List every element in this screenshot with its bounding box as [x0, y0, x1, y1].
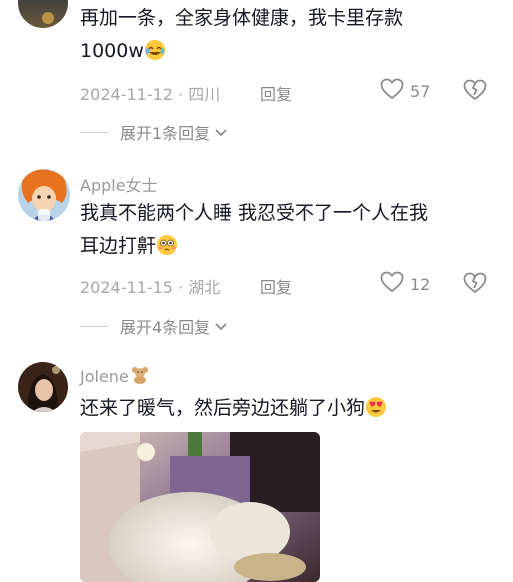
heart-eyes-emoji: [365, 396, 387, 429]
chevron-down-icon: [214, 123, 228, 142]
chevron-down-icon: [214, 317, 228, 336]
expand-label: 展开4条回复: [120, 318, 211, 337]
photo-of-dog-in-bed[interactable]: [80, 432, 320, 582]
reply-button[interactable]: 回复: [260, 81, 292, 105]
comment-text: 再加一条，全家身体健康，我卡里存款 1000w: [80, 2, 490, 72]
avatar[interactable]: [18, 362, 68, 412]
comment-text: 还来了暖气，然后旁边还躺了小狗: [80, 392, 490, 429]
dislike-button[interactable]: [462, 270, 488, 300]
laughing-tears-emoji: [144, 39, 166, 72]
like-button[interactable]: 57: [380, 77, 430, 105]
like-count: 57: [410, 81, 431, 101]
teddy-bear-emoji: [131, 366, 149, 388]
reply-button[interactable]: 回复: [260, 274, 292, 298]
expand-replies-button[interactable]: 展开4条回复: [80, 315, 228, 337]
like-count: 12: [410, 274, 431, 294]
divider: [80, 131, 108, 133]
heart-outline-icon: [380, 78, 404, 104]
dislike-button[interactable]: [462, 77, 488, 107]
like-button[interactable]: 12: [380, 270, 430, 298]
divider: [80, 325, 108, 327]
comment-username[interactable]: Jolene: [80, 366, 149, 388]
expand-label: 展开1条回复: [120, 124, 211, 143]
flushed-face-emoji: [156, 234, 178, 267]
comment-date-location: 2024-11-12 · 四川: [80, 85, 221, 104]
heart-outline-icon: [380, 271, 404, 297]
avatar[interactable]: [18, 0, 68, 28]
comment-meta: 2024-11-12 · 四川 回复 57: [80, 77, 500, 105]
broken-heart-outline-icon: [462, 79, 488, 107]
comment-meta: 2024-11-15 · 湖北 回复 12: [80, 270, 500, 298]
avatar[interactable]: [18, 169, 70, 221]
comment-text: 我真不能两个人睡 我忍受不了一个人在我 耳边打鼾: [80, 197, 490, 267]
comment-username[interactable]: Apple女士: [80, 172, 158, 196]
broken-heart-outline-icon: [462, 272, 488, 300]
expand-replies-button[interactable]: 展开1条回复: [80, 121, 228, 143]
comment-date-location: 2024-11-15 · 湖北: [80, 278, 221, 297]
